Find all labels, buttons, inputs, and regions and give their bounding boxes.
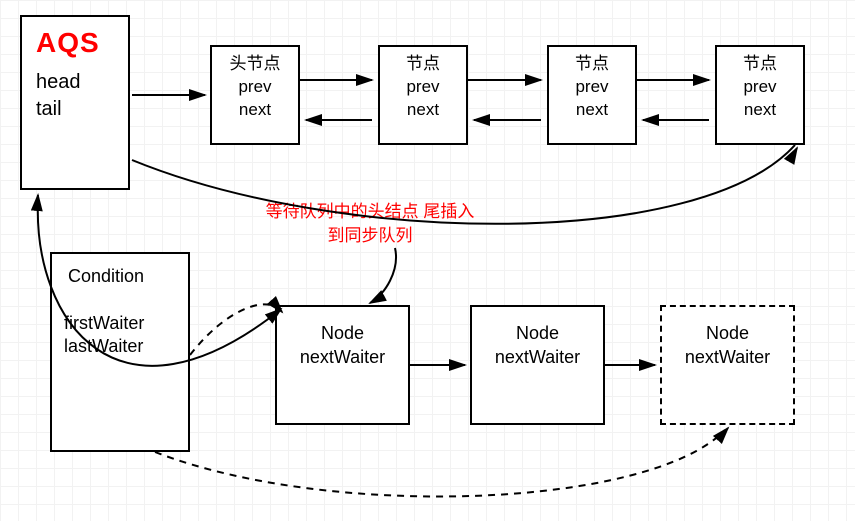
condition-title: Condition — [60, 266, 180, 287]
sync-node-title: 头节点 — [220, 53, 290, 76]
wait-node: Node nextWaiter — [470, 305, 605, 425]
condition-last-waiter: lastWaiter — [60, 336, 180, 357]
wait-node-title: Node — [480, 321, 595, 345]
sync-node-prev: prev — [557, 76, 627, 99]
sync-node: 节点 prev next — [715, 45, 805, 145]
wait-node-title: Node — [670, 321, 785, 345]
sync-node-next: next — [220, 99, 290, 122]
wait-node: Node nextWaiter — [275, 305, 410, 425]
arrow-tail-to-last-head — [793, 148, 797, 155]
arrow-signal-to-aqs — [37, 195, 38, 208]
sync-node-head: 头节点 prev next — [210, 45, 300, 145]
sync-node-prev: prev — [220, 76, 290, 99]
condition-first-waiter: firstWaiter — [60, 313, 180, 334]
wait-node-dashed: Node nextWaiter — [660, 305, 795, 425]
sync-node: 节点 prev next — [547, 45, 637, 145]
arrow-lastwaiter-dashed — [155, 430, 725, 496]
sync-node-title: 节点 — [388, 53, 458, 76]
annotation-line: 等待队列中的头结点 — [266, 202, 419, 221]
sync-node-next: next — [388, 99, 458, 122]
sync-node-title: 节点 — [557, 53, 627, 76]
condition-box: Condition firstWaiter lastWaiter — [50, 252, 190, 452]
sync-node-title: 节点 — [725, 53, 795, 76]
arrow-firstwaiter-dashed — [190, 304, 280, 355]
arrow-lastwaiter-head — [720, 428, 728, 437]
wait-node-title: Node — [285, 321, 400, 345]
sync-node: 节点 prev next — [378, 45, 468, 145]
sync-node-prev: prev — [725, 76, 795, 99]
wait-node-next: nextWaiter — [285, 345, 400, 369]
sync-node-prev: prev — [388, 76, 458, 99]
aqs-tail-label: tail — [30, 98, 120, 121]
wait-node-next: nextWaiter — [480, 345, 595, 369]
aqs-box: AQS head tail — [20, 15, 130, 190]
arrow-annotation-pointer — [370, 248, 396, 303]
aqs-title: AQS — [30, 27, 120, 59]
wait-node-next: nextWaiter — [670, 345, 785, 369]
aqs-head-label: head — [30, 71, 120, 94]
annotation: 等待队列中的头结点 尾插入到同步队列 — [260, 200, 480, 248]
sync-node-next: next — [725, 99, 795, 122]
sync-node-next: next — [557, 99, 627, 122]
